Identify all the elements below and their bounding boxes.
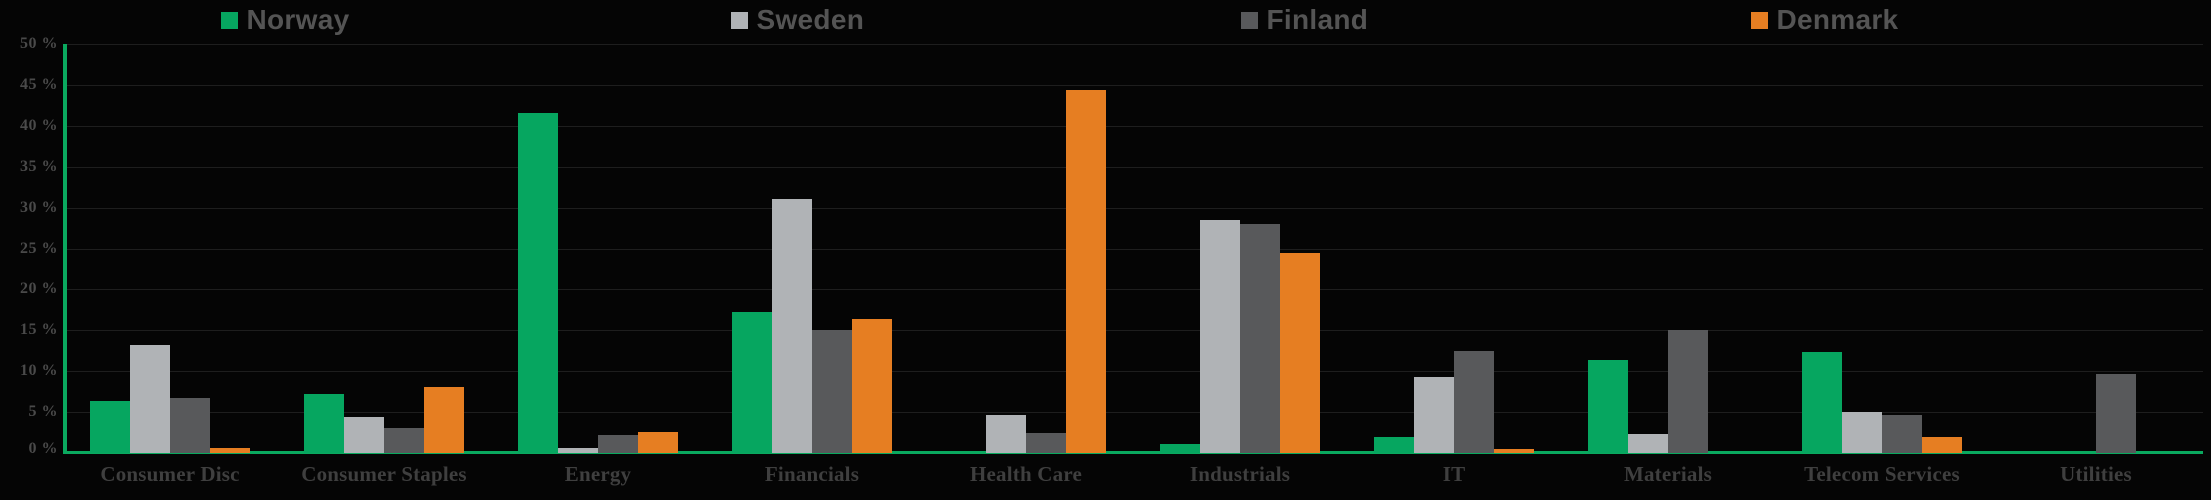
bar-finland-energy[interactable] bbox=[598, 435, 638, 453]
bar-group-health-care bbox=[919, 44, 1133, 453]
bar-sweden-financials[interactable] bbox=[772, 199, 812, 453]
bar-finland-telecom-services[interactable] bbox=[1882, 415, 1922, 453]
bar-norway-materials[interactable] bbox=[1588, 359, 1628, 453]
bar-sweden-telecom-services[interactable] bbox=[1842, 412, 1882, 453]
bar-sweden-consumer-staples[interactable] bbox=[344, 417, 384, 453]
legend-item-norway[interactable]: Norway bbox=[71, 4, 611, 36]
bar-finland-utilities[interactable] bbox=[2096, 374, 2136, 453]
bar-denmark-consumer-disc[interactable] bbox=[210, 448, 250, 453]
bar-denmark-it[interactable] bbox=[1494, 448, 1534, 453]
bar-sweden-it[interactable] bbox=[1414, 376, 1454, 453]
bar-finland-consumer-staples[interactable] bbox=[384, 428, 424, 453]
bar-norway-telecom-services[interactable] bbox=[1802, 351, 1842, 453]
bar-norway-energy[interactable] bbox=[518, 112, 558, 453]
bar-finland-financials[interactable] bbox=[812, 330, 852, 453]
square-swatch-icon bbox=[1750, 11, 1768, 29]
square-swatch-icon bbox=[1240, 11, 1258, 29]
bar-finland-it[interactable] bbox=[1454, 350, 1494, 453]
x-axis-tick-labels: Consumer Disc Consumer Staples Energy Finan… bbox=[63, 462, 2203, 500]
bar-finland-materials[interactable] bbox=[1668, 330, 1708, 453]
y-tick-label: 35 % bbox=[20, 157, 58, 175]
bar-group-consumer-disc bbox=[63, 44, 277, 453]
bar-denmark-financials[interactable] bbox=[852, 318, 892, 453]
bar-norway-financials[interactable] bbox=[732, 311, 772, 453]
bar-denmark-consumer-staples[interactable] bbox=[424, 386, 464, 453]
chart-container: Norway Sweden Finland Denmark 50 % 45 % 40 % 3… bbox=[0, 0, 2211, 500]
legend-item-label: Denmark bbox=[1776, 4, 1899, 35]
x-tick-label: Consumer Staples bbox=[301, 462, 467, 486]
bar-sweden-energy[interactable] bbox=[558, 448, 598, 453]
x-tick-label: Materials bbox=[1623, 462, 1713, 486]
x-tick-label: Telecom Services bbox=[1804, 462, 1960, 486]
legend-item-label: Sweden bbox=[756, 4, 865, 35]
bar-sweden-materials[interactable] bbox=[1628, 434, 1668, 453]
bar-denmark-industrials[interactable] bbox=[1280, 253, 1320, 453]
legend-item-label: Finland bbox=[1266, 4, 1369, 35]
bar-norway-consumer-staples[interactable] bbox=[304, 394, 344, 453]
y-tick-label: 30 % bbox=[20, 198, 58, 216]
x-tick-label: Energy bbox=[564, 462, 632, 486]
bar-sweden-consumer-disc[interactable] bbox=[130, 345, 170, 453]
bar-finland-health-care[interactable] bbox=[1026, 432, 1066, 453]
y-tick-label: 10 % bbox=[20, 362, 58, 380]
bar-finland-consumer-disc[interactable] bbox=[170, 398, 210, 453]
x-tick-label: Utilities bbox=[2060, 462, 2132, 486]
bar-sweden-industrials[interactable] bbox=[1200, 219, 1240, 453]
x-tick-label: Industrials bbox=[1189, 462, 1291, 486]
square-swatch-icon bbox=[220, 11, 238, 29]
legend-item-denmark[interactable]: Denmark bbox=[1631, 4, 2141, 36]
bar-groups bbox=[63, 44, 2203, 453]
y-tick-label: 25 % bbox=[20, 239, 58, 257]
bar-group-energy bbox=[491, 44, 705, 453]
x-tick-label: Financials bbox=[764, 462, 860, 486]
bar-norway-consumer-disc[interactable] bbox=[90, 400, 130, 453]
bar-denmark-energy[interactable] bbox=[638, 431, 678, 453]
x-tick-label: IT bbox=[1442, 462, 1466, 486]
x-tick-label: Consumer Disc bbox=[100, 462, 240, 486]
y-tick-label: 5 % bbox=[28, 403, 58, 421]
bar-norway-industrials[interactable] bbox=[1160, 444, 1200, 453]
bar-group-utilities bbox=[1989, 44, 2203, 453]
x-tick-label: Health Care bbox=[969, 462, 1083, 486]
bar-group-materials bbox=[1561, 44, 1775, 453]
bar-group-consumer-staples bbox=[277, 44, 491, 453]
square-swatch-icon bbox=[730, 11, 748, 29]
bar-group-it bbox=[1347, 44, 1561, 453]
y-tick-label: 0 % bbox=[28, 440, 58, 457]
bar-group-financials bbox=[705, 44, 919, 453]
legend-item-sweden[interactable]: Sweden bbox=[611, 4, 1121, 36]
y-tick-label: 20 % bbox=[20, 280, 58, 298]
bar-norway-it[interactable] bbox=[1374, 437, 1414, 453]
bar-finland-industrials[interactable] bbox=[1240, 223, 1280, 453]
y-tick-label: 45 % bbox=[20, 75, 58, 93]
y-tick-label: 50 % bbox=[20, 35, 58, 52]
legend-item-label: Norway bbox=[246, 4, 350, 35]
y-tick-label: 15 % bbox=[20, 321, 58, 339]
bar-group-telecom-services bbox=[1775, 44, 1989, 453]
bar-group-industrials bbox=[1133, 44, 1347, 453]
legend-item-finland[interactable]: Finland bbox=[1121, 4, 1631, 36]
bar-denmark-health-care[interactable] bbox=[1066, 89, 1106, 453]
bar-sweden-health-care[interactable] bbox=[986, 415, 1026, 453]
bar-denmark-telecom-services[interactable] bbox=[1922, 437, 1962, 453]
y-tick-label: 40 % bbox=[20, 116, 58, 134]
y-axis-tick-labels: 50 % 45 % 40 % 35 % 30 % 25 % 20 % 15 % 10 % 5 % 0… bbox=[0, 35, 58, 457]
chart-legend: Norway Sweden Finland Denmark bbox=[0, 0, 2211, 40]
